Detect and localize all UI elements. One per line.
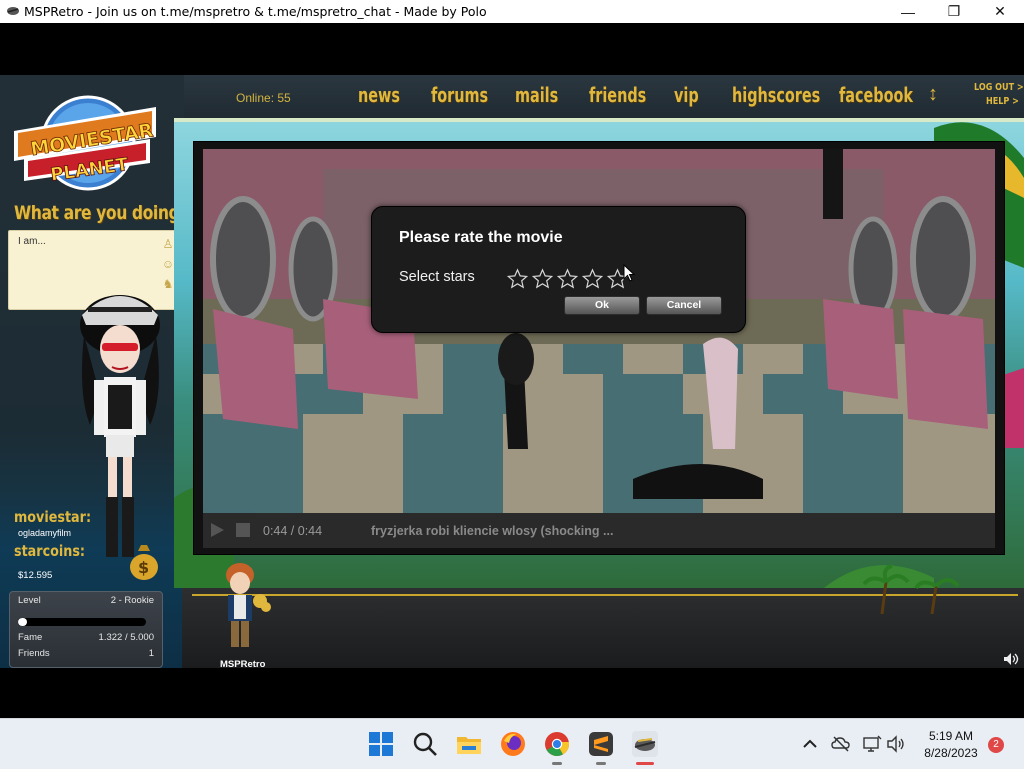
clock-date[interactable]: 8/28/2023 [915,746,987,760]
close-button[interactable]: ✕ [977,0,1023,23]
file-explorer-icon[interactable] [456,731,482,757]
select-stars-label: Select stars [399,269,475,285]
window-title-bar: MSPRetro - Join us on t.me/mspretro & t.… [0,0,1024,23]
what-are-you-doing-label: What are you doing? [14,202,188,224]
star-1-icon[interactable] [506,268,529,290]
money-bag-icon[interactable]: $ [128,541,160,581]
bottom-black-band [0,668,1024,718]
level-value: 2 - Rookie [110,595,154,606]
logout-link[interactable]: LOG OUT > [974,82,1024,93]
level-progress-fill [18,618,27,626]
svg-text:$: $ [138,558,149,577]
chrome-icon[interactable] [544,731,570,757]
player-avatar[interactable] [70,285,170,575]
cancel-button[interactable]: Cancel [646,296,722,315]
pose-icon[interactable]: ♙ [161,237,175,251]
level-row: Level 2 - Rookie [18,595,154,606]
volume-icon[interactable] [886,734,906,754]
play-icon[interactable] [209,522,225,538]
moviestar-planet-logo: MOVIESTAR PLANET [10,81,160,201]
app-icon [7,7,19,15]
help-link[interactable]: HELP > [986,96,1019,107]
video-controls: 0:44 / 0:44 fryzjerka robi kliencie wlos… [203,513,995,548]
video-player: 0:44 / 0:44 fryzjerka robi kliencie wlos… [193,141,1005,555]
friends-row: Friends 1 [18,648,154,659]
chat-avatar-name[interactable]: MSPRetro [220,659,265,668]
online-count: Online: 55 [236,91,291,105]
star-rating [506,268,629,290]
star-4-icon[interactable] [581,268,604,290]
status-placeholder: I am... [18,236,46,247]
chrome-running-indicator [552,762,562,765]
windows-start-icon[interactable] [368,731,394,757]
nav-resize-arrow-icon[interactable]: ↕ [928,83,938,106]
starcoins-value: $12.595 [18,570,53,581]
star-3-icon[interactable] [556,268,579,290]
rate-movie-dialog: Please rate the movie Select stars Ok Ca… [371,206,746,333]
chat-bar [182,564,1024,668]
palm-tree-decoration [862,564,960,614]
sublime-icon[interactable] [588,731,614,757]
nav-link-mails[interactable]: mails [515,83,558,107]
fame-value: 1.322 / 5.000 [98,632,154,643]
network-icon[interactable] [862,734,882,754]
stats-panel: Level 2 - Rookie Fame 1.322 / 5.000 Frie… [9,591,163,668]
game-area: MOVIESTAR PLANET What are you doing? I a… [0,75,1024,668]
nav-link-highscores[interactable]: highscores [732,83,820,107]
stop-button[interactable] [236,523,250,537]
moviestar-name[interactable]: ogladamyfilm [18,528,71,538]
windows-taskbar: 5:19 AM 8/28/2023 2 [0,718,1024,769]
star-2-icon[interactable] [531,268,554,290]
window-title: MSPRetro - Join us on t.me/mspretro & t.… [24,4,487,19]
dialog-title: Please rate the movie [399,229,563,246]
video-title: fryzjerka robi kliencie wlosy (shocking … [371,524,614,538]
mspretro-app-icon[interactable] [632,731,658,757]
friends-value: 1 [148,648,154,659]
top-black-band [0,23,1024,75]
firefox-icon[interactable] [500,731,526,757]
nav-link-forums[interactable]: forums [431,83,488,107]
ok-button[interactable]: Ok [564,296,640,315]
nav-link-facebook[interactable]: facebook [839,83,913,107]
nav-link-vip[interactable]: vip [674,83,699,107]
sound-icon[interactable] [1003,652,1019,666]
friends-label: Friends [18,648,50,659]
starcoins-label: starcoins: [14,542,86,560]
fame-label: Fame [18,632,43,643]
clock-time[interactable]: 5:19 AM [921,729,981,743]
notification-badge[interactable]: 2 [988,737,1004,753]
chevron-up-icon[interactable] [800,734,820,754]
mouse-cursor-icon [623,264,635,282]
level-label: Level [18,595,41,606]
mspretro-active-indicator [636,762,654,765]
chat-avatar[interactable] [214,561,278,653]
minimize-button[interactable]: — [885,0,931,23]
maximize-button[interactable]: ❐ [931,0,977,23]
nav-link-friends[interactable]: friends [589,83,646,107]
search-icon[interactable] [412,731,438,757]
sublime-running-indicator [596,762,606,765]
nav-link-news[interactable]: news [358,83,400,107]
video-time: 0:44 / 0:44 [263,524,323,538]
fame-row: Fame 1.322 / 5.000 [18,632,154,643]
top-nav-bar: Online: 55 news forums mails friends vip… [184,75,1024,119]
moviestar-label: moviestar: [14,508,92,526]
face-icon[interactable]: ☺ [161,257,175,271]
level-progress-bar [18,618,146,626]
left-sidebar: MOVIESTAR PLANET What are you doing? I a… [0,75,188,668]
cloud-offline-icon[interactable] [831,734,851,754]
